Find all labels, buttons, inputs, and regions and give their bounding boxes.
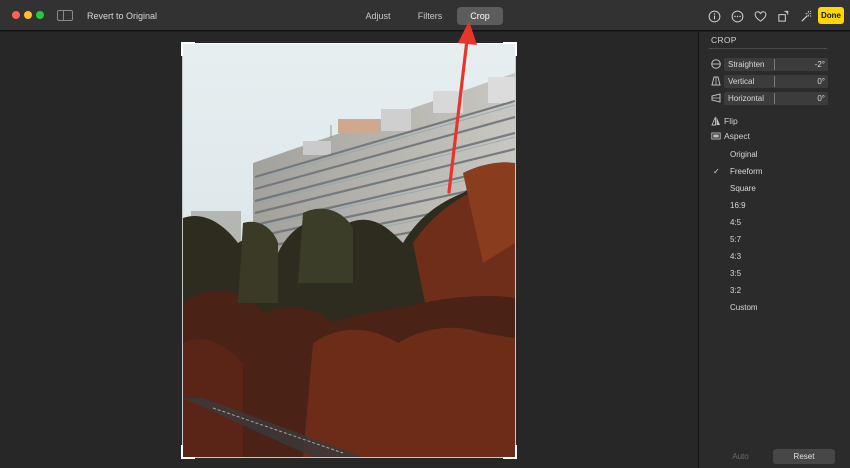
crop-handle-top-right[interactable] [503,42,517,56]
photo-canvas [0,32,698,468]
rotate-icon[interactable] [775,8,791,24]
more-icon[interactable] [729,8,745,24]
sidebar-toggle-icon[interactable] [57,10,73,21]
photo-image[interactable] [183,43,515,457]
tab-adjust[interactable]: Adjust [355,7,401,25]
aspect-option-original[interactable]: Original [711,146,831,163]
aspect-option-freeform[interactable]: ✓ Freeform [711,163,831,180]
panel-divider [709,48,827,49]
flip-icon [711,116,720,126]
aspect-option-3-2[interactable]: 3:2 [711,282,831,299]
aspect-option-square[interactable]: Square [711,180,831,197]
edit-mode-tabs: Adjust Filters Crop [355,7,503,25]
straighten-slider[interactable]: Straighten -2° [711,58,829,72]
flip-label: Flip [724,116,738,126]
toolbar: Revert to Original Adjust Filters Crop D… [0,0,850,31]
horizontal-perspective-icon [711,93,721,103]
auto-button[interactable]: Auto [709,449,772,464]
aspect-option-16-9[interactable]: 16:9 [711,197,831,214]
reset-button[interactable]: Reset [773,449,835,464]
crop-handle-bottom-left[interactable] [181,445,195,459]
aspect-option-custom[interactable]: Custom [711,299,831,316]
zoom-window-button[interactable] [36,11,44,19]
aspect-options: Original ✓ Freeform Square 16:9 4:5 5:7 4… [711,146,831,316]
vertical-value: 0° [817,77,825,86]
aspect-label: Aspect [724,131,750,141]
straighten-value: -2° [814,60,825,69]
vertical-label: Vertical [728,77,755,86]
close-window-button[interactable] [12,11,20,19]
aspect-option-4-5[interactable]: 4:5 [711,214,831,231]
tab-filters[interactable]: Filters [407,7,453,25]
vertical-perspective-icon [711,76,721,86]
horizontal-slider[interactable]: Horizontal 0° [711,92,829,106]
toolbar-icons [706,8,814,24]
straighten-icon [711,59,721,69]
crop-handle-bottom-right[interactable] [503,445,517,459]
revert-to-original-button[interactable]: Revert to Original [81,7,163,25]
flip-button[interactable]: Flip [711,115,738,127]
magic-wand-icon[interactable] [798,8,814,24]
aspect-icon [711,132,721,140]
crop-panel: CROP Straighten -2° Vertical 0° Horizont… [698,32,850,468]
aspect-section: Aspect [711,130,750,142]
vertical-slider[interactable]: Vertical 0° [711,75,829,89]
info-icon[interactable] [706,8,722,24]
minimize-window-button[interactable] [24,11,32,19]
aspect-option-3-5[interactable]: 3:5 [711,265,831,282]
checkmark-icon: ✓ [713,167,720,176]
aspect-option-4-3[interactable]: 4:3 [711,248,831,265]
done-button[interactable]: Done [818,7,844,24]
horizontal-value: 0° [817,94,825,103]
straighten-label: Straighten [728,60,765,69]
crop-handle-top-left[interactable] [181,42,195,56]
aspect-option-5-7[interactable]: 5:7 [711,231,831,248]
panel-title: CROP [711,35,737,45]
tab-crop[interactable]: Crop [457,7,503,25]
horizontal-label: Horizontal [728,94,765,103]
heart-icon[interactable] [752,8,768,24]
